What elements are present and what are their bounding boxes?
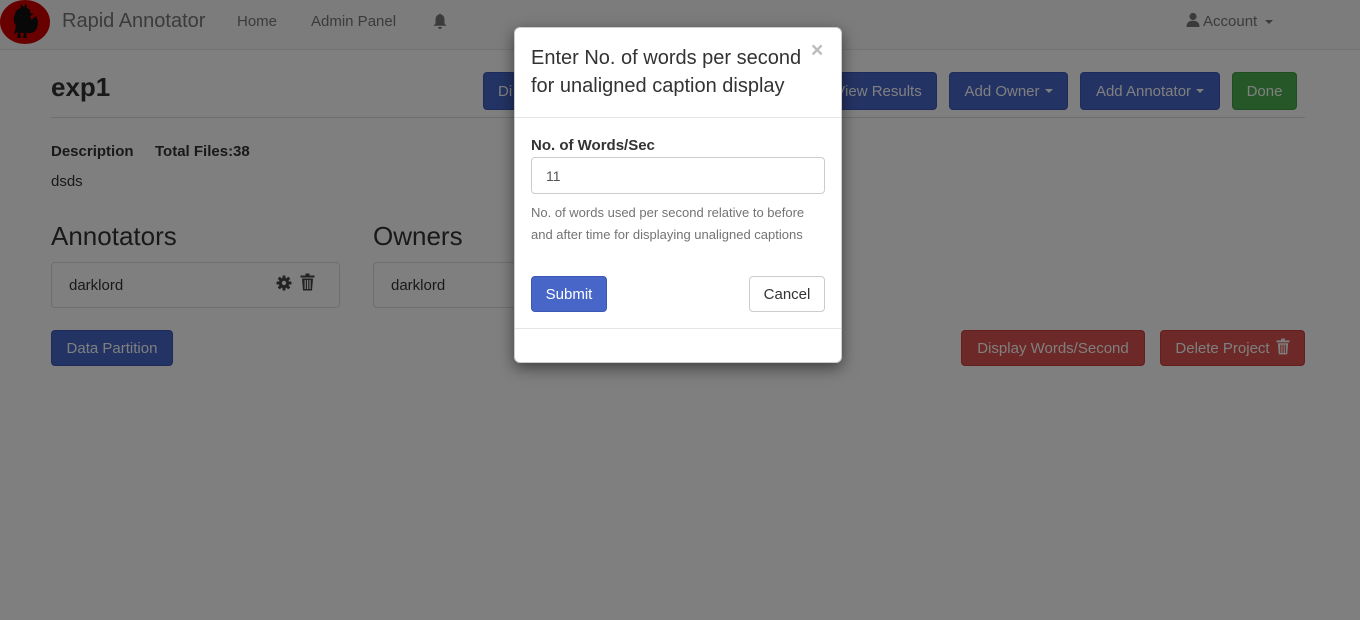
close-icon[interactable]: × bbox=[811, 40, 823, 61]
cancel-button[interactable]: Cancel bbox=[749, 276, 825, 312]
words-per-sec-label: No. of Words/Sec bbox=[531, 137, 655, 154]
modal-footer-divider bbox=[515, 328, 841, 329]
modal-header-divider bbox=[515, 117, 841, 118]
words-per-sec-input[interactable] bbox=[531, 157, 825, 194]
submit-button[interactable]: Submit bbox=[531, 276, 607, 312]
modal-title: Enter No. of words per second for unalig… bbox=[531, 47, 802, 97]
words-per-sec-help: No. of words used per second relative to… bbox=[531, 205, 805, 242]
words-per-second-modal: Enter No. of words per second for unalig… bbox=[514, 27, 842, 363]
